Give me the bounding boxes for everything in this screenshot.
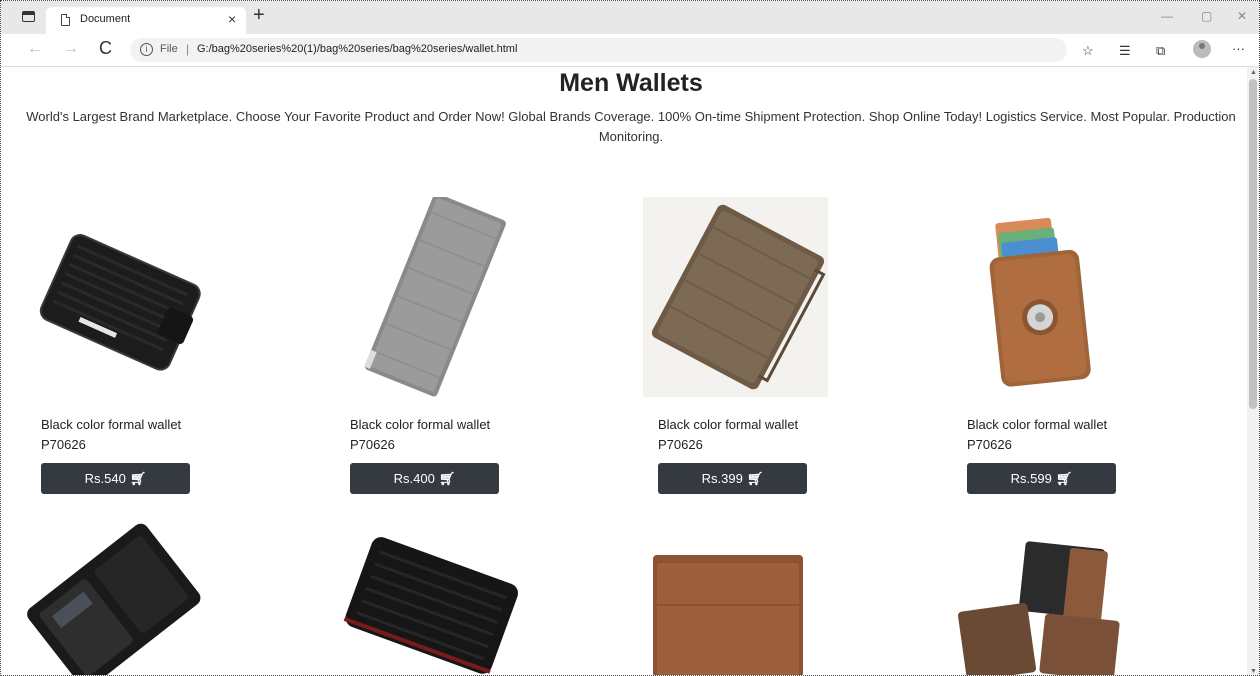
cart-icon: 🛒︎	[438, 471, 456, 486]
scroll-down-icon[interactable]: ▼	[1250, 668, 1257, 675]
restore-button[interactable]: ▢	[1201, 9, 1212, 23]
price-label: Rs.399	[701, 471, 743, 486]
favorite-add-icon[interactable]: ☆	[1082, 43, 1094, 59]
wallet-image	[952, 197, 1137, 397]
product-name: Black color formal wallet	[350, 417, 491, 432]
collections-icon[interactable]: ⧉	[1156, 43, 1165, 59]
wallet-image	[653, 555, 803, 675]
product-code: P70626	[967, 437, 1012, 452]
price-label: Rs.540	[84, 471, 126, 486]
address-scheme-label: File	[160, 43, 178, 55]
product-code: P70626	[350, 437, 395, 452]
product-name: Black color formal wallet	[41, 417, 182, 432]
minimize-button[interactable]: —	[1161, 9, 1173, 23]
scrollbar-thumb[interactable]	[1249, 79, 1257, 409]
product-name: Black color formal wallet	[658, 417, 799, 432]
wallet-image	[957, 541, 1120, 675]
wallet-image	[335, 197, 520, 397]
browser-window: Document × + — ▢ ✕ ← → C i File | G:/bag…	[0, 0, 1260, 676]
address-bar[interactable]: i File | G:/bag%20series%20(1)/bag%20ser…	[130, 38, 1067, 62]
tab-actions-icon[interactable]	[22, 11, 35, 22]
tab-document[interactable]: Document ×	[46, 7, 246, 34]
vertical-scrollbar[interactable]: ▲ ▼	[1247, 67, 1259, 675]
new-tab-button[interactable]: +	[253, 4, 265, 27]
scroll-up-icon[interactable]: ▲	[1250, 69, 1257, 76]
page-description: World's Largest Brand Marketplace. Choos…	[26, 109, 1236, 144]
cart-icon: 🛒︎	[1055, 471, 1073, 486]
close-window-button[interactable]: ✕	[1237, 9, 1247, 23]
info-icon[interactable]: i	[140, 43, 153, 56]
product-name: Black color formal wallet	[967, 417, 1108, 432]
back-button[interactable]: ←	[27, 40, 43, 58]
cart-icon: 🛒︎	[746, 471, 764, 486]
document-icon	[61, 14, 70, 26]
reload-button[interactable]: C	[99, 38, 112, 59]
product-code: P70626	[41, 437, 86, 452]
tab-title: Document	[80, 13, 131, 25]
address-url[interactable]: G:/bag%20series%20(1)/bag%20series/bag%2…	[197, 43, 517, 55]
page-title: Men Wallets	[559, 69, 703, 97]
buy-button[interactable]: Rs.599 🛒︎	[967, 463, 1116, 494]
buy-button[interactable]: Rs.540 🛒︎	[41, 463, 190, 494]
tab-close-icon[interactable]: ×	[228, 11, 236, 27]
navigation-bar: ← → C i File | G:/bag%20series%20(1)/bag…	[1, 34, 1259, 67]
tab-strip: Document × + — ▢ ✕	[1, 1, 1259, 34]
favorites-icon[interactable]: ☰	[1119, 43, 1131, 59]
more-menu-button[interactable]: ···	[1232, 41, 1245, 56]
wallet-image	[643, 197, 828, 397]
buy-button[interactable]: Rs.399 🛒︎	[658, 463, 807, 494]
forward-button[interactable]: →	[63, 40, 79, 58]
buy-button[interactable]: Rs.400 🛒︎	[350, 463, 499, 494]
product-code: P70626	[658, 437, 703, 452]
price-label: Rs.599	[1010, 471, 1052, 486]
profile-avatar[interactable]	[1193, 40, 1211, 58]
address-separator: |	[186, 42, 190, 56]
price-label: Rs.400	[393, 471, 435, 486]
wallet-image	[27, 523, 201, 675]
wallet-image	[343, 537, 519, 674]
page-content: Men Wallets World's Largest Brand Market…	[1, 67, 1247, 675]
cart-icon: 🛒︎	[129, 471, 147, 486]
wallet-image	[26, 197, 211, 397]
